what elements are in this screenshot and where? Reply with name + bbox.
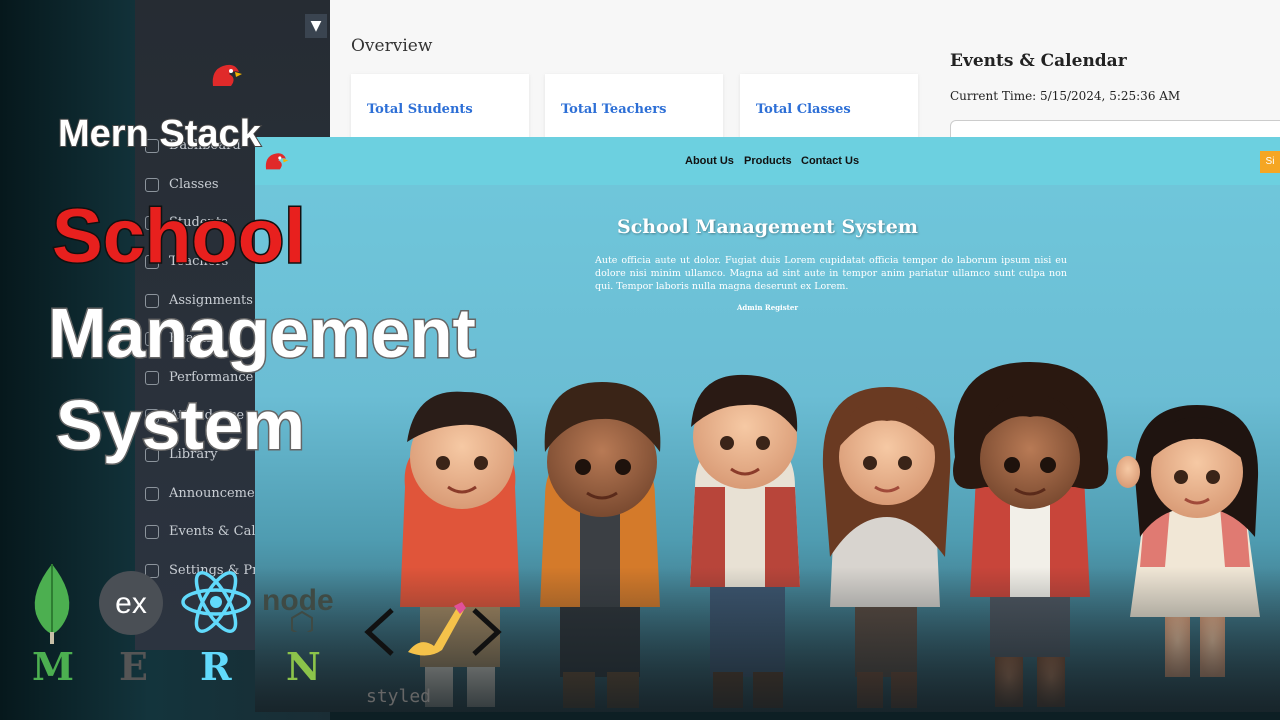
current-time: Current Time: 5/15/2024, 5:25:36 AM (950, 89, 1181, 103)
node-text: node (262, 584, 334, 617)
landing-navbar: About Us Products Contact Us Si (255, 137, 1280, 185)
letter-m: M (32, 644, 75, 689)
mongodb-leaf-icon (30, 562, 74, 651)
stat-card-classes[interactable]: Total Classes (740, 74, 918, 140)
nav-link-contact[interactable]: Contact Us (801, 155, 859, 167)
stat-card-label: Total Classes (756, 102, 851, 117)
users-icon (145, 177, 159, 192)
dashboard-main: Overview Total Students Total Teachers T… (330, 0, 1280, 152)
letter-r: R (200, 644, 232, 689)
sidebar-toggle-button[interactable]: ▼ (305, 14, 327, 38)
express-icon: ex (98, 570, 164, 641)
page-title: Overview (351, 36, 433, 56)
title-management: Management (47, 293, 478, 374)
subtitle-mern-stack: Mern Stack (57, 112, 262, 156)
stat-card-label: Total Students (367, 102, 473, 117)
styled-label: styled (366, 686, 432, 707)
parrot-logo-icon[interactable] (263, 149, 289, 178)
nav-link-about[interactable]: About Us (685, 155, 734, 167)
events-title: Events & Calendar (950, 51, 1127, 71)
title-system: System (54, 385, 306, 466)
stat-card-label: Total Teachers (561, 102, 667, 117)
sidebar-item-classes[interactable]: Classes (145, 177, 219, 192)
express-text: ex (115, 587, 147, 620)
parrot-logo-icon (209, 60, 243, 94)
calendar-icon (145, 524, 159, 539)
styled-components-icon (362, 600, 506, 667)
title-school: School (50, 193, 306, 281)
chat-icon (145, 486, 159, 501)
nodejs-icon: node (258, 580, 350, 638)
stat-card-students[interactable]: Total Students (351, 74, 529, 140)
letter-n: N (286, 644, 321, 689)
sign-in-button[interactable]: Si (1260, 151, 1280, 173)
nav-link-products[interactable]: Products (744, 155, 792, 167)
letter-e: E (119, 644, 148, 689)
hero-title: School Management System (617, 216, 918, 238)
react-icon (180, 568, 252, 641)
hero-description: Aute officia aute ut dolor. Fugiat duis … (595, 255, 1067, 292)
sidebar-item-label: Classes (169, 177, 219, 192)
stat-card-teachers[interactable]: Total Teachers (545, 74, 723, 140)
